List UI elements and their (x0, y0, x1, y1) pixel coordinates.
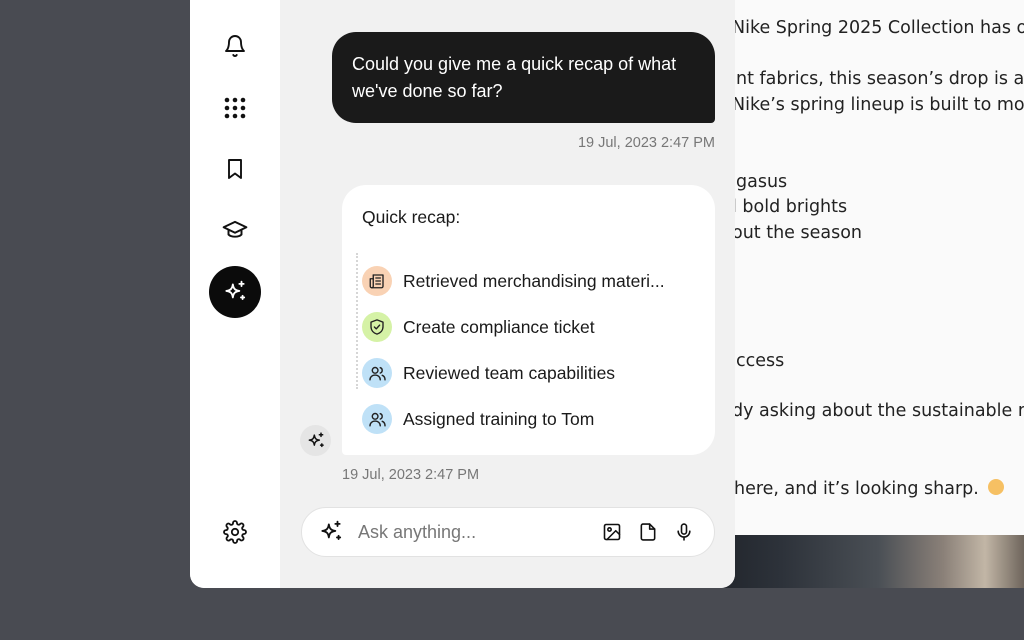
rail-item-settings[interactable] (209, 506, 261, 558)
bookmark-icon (228, 159, 242, 179)
rail-item-saved[interactable] (209, 143, 261, 195)
user-message-timestamp: 19 Jul, 2023 2:47 PM (577, 135, 715, 151)
users-icon (362, 358, 392, 388)
recap-title: Quick recap: (362, 207, 461, 227)
recap-step-label: Retrieved merchandising materi... (403, 270, 665, 291)
rail-item-learning[interactable] (209, 204, 261, 256)
background-document: Nike Spring 2025 Collection has of nt fa… (700, 0, 1024, 588)
shield-check-icon (362, 312, 392, 342)
recap-step-label: Create compliance ticket (403, 316, 595, 337)
recap-step[interactable]: Create compliance ticket (362, 304, 702, 350)
sparkles-icon (308, 431, 324, 447)
user-message-bubble: Could you give me a quick recap of what … (332, 32, 715, 123)
image-icon[interactable] (600, 520, 624, 544)
doc-line: ccess (736, 351, 785, 371)
doc-line-text: here, and it’s looking sharp. (734, 479, 979, 499)
recap-step[interactable]: Reviewed team capabilities (362, 350, 702, 396)
users-icon (362, 404, 392, 434)
side-rail (190, 0, 280, 588)
microphone-icon[interactable] (672, 520, 696, 544)
file-icon[interactable] (636, 520, 660, 544)
recap-step-label: Reviewed team capabilities (403, 362, 616, 383)
rail-item-ai-assistant[interactable] (209, 266, 261, 318)
assistant-avatar (300, 425, 331, 456)
gear-icon (223, 520, 247, 544)
assistant-message-timestamp: 19 Jul, 2023 2:47 PM (342, 467, 480, 483)
rail-item-apps[interactable] (209, 82, 261, 134)
smile-emoji-icon (988, 479, 1005, 495)
graduation-cap-icon (222, 220, 248, 238)
sparkles-icon (318, 519, 344, 545)
recap-step[interactable]: Retrieved merchandising materi... (362, 258, 702, 304)
doc-line: Nike Spring 2025 Collection has of (732, 18, 1024, 38)
recap-step-label: Assigned training to Tom (403, 408, 595, 429)
doc-line: out the season (732, 223, 863, 243)
chat-input-bar (301, 507, 715, 557)
doc-line: gasus (736, 172, 788, 192)
assistant-message-bubble: Quick recap: Retrieved merchandising mat… (342, 185, 715, 455)
doc-line: nt fabrics, this season’s drop is all a (736, 69, 1024, 89)
grid-icon (224, 97, 246, 119)
sparkles-icon (225, 280, 246, 300)
steps-connector (356, 253, 358, 389)
chat-area: Could you give me a quick recap of what … (280, 0, 735, 588)
doc-line-with-emoji: here, and it’s looking sharp. (734, 479, 1005, 499)
doc-line: dy asking about the sustainable ma (732, 401, 1024, 421)
doc-line: l bold brights (732, 197, 848, 217)
recap-step[interactable]: Assigned training to Tom (362, 396, 702, 442)
recap-steps-list: Retrieved merchandising materi... Create… (362, 258, 702, 442)
bell-icon (225, 35, 245, 57)
assistant-panel: Could you give me a quick recap of what … (190, 0, 735, 588)
ask-input[interactable] (358, 521, 588, 543)
rail-item-notifications[interactable] (209, 20, 261, 72)
newspaper-icon (362, 266, 392, 296)
background-photo (700, 535, 1024, 588)
doc-line: Nike’s spring lineup is built to move (732, 95, 1024, 115)
